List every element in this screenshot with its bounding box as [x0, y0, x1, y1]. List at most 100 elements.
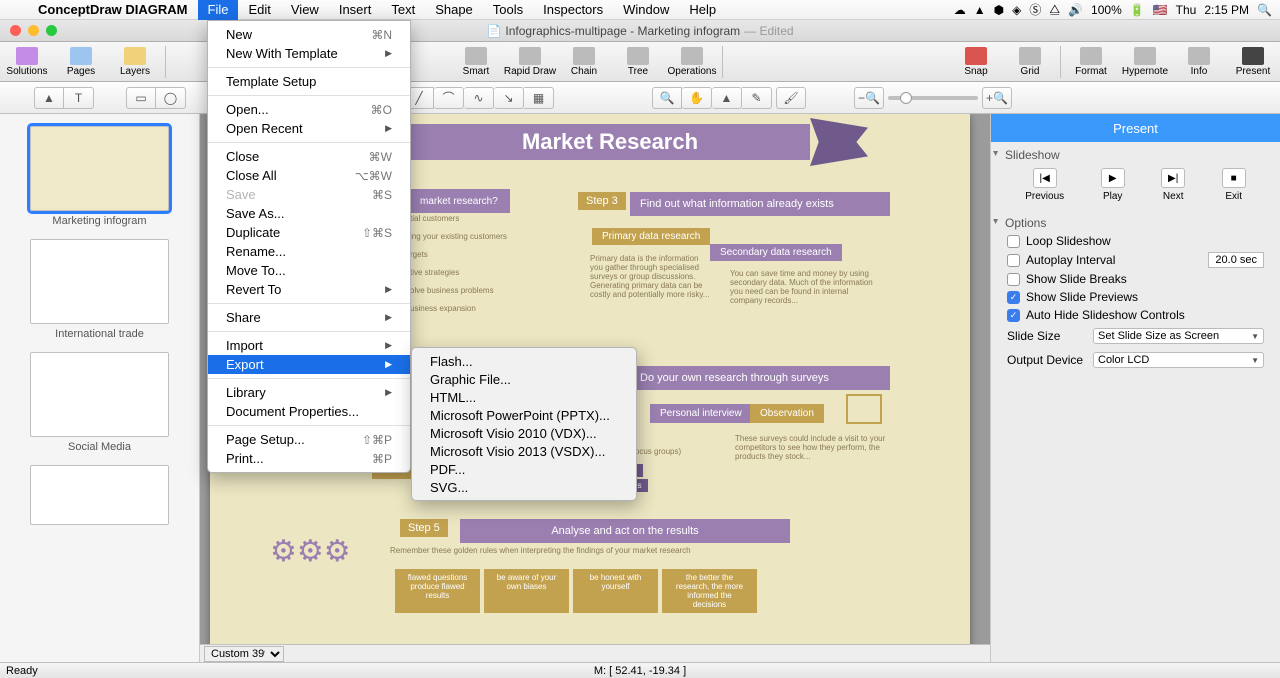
loop-checkbox[interactable]: [1007, 235, 1020, 248]
volume-icon[interactable]: 🔊: [1068, 3, 1083, 17]
step-tag[interactable]: Step 3: [578, 192, 626, 210]
menu-file[interactable]: File: [198, 0, 239, 20]
file-menu-item[interactable]: Open Recent: [208, 119, 410, 138]
zoom-select[interactable]: Custom 39%: [204, 646, 284, 662]
hypernote-button[interactable]: Hypernote: [1118, 43, 1172, 81]
close-window-button[interactable]: [10, 25, 21, 36]
shield-icon[interactable]: ⬢: [994, 3, 1004, 17]
tag-shape[interactable]: Secondary data research: [710, 244, 842, 261]
file-menu-item[interactable]: Open...⌘O: [208, 100, 410, 119]
step-tag[interactable]: Step 5: [400, 519, 448, 537]
battery-icon[interactable]: 🔋: [1130, 3, 1145, 17]
page-thumbnail[interactable]: [30, 126, 169, 211]
autoplay-interval-field[interactable]: 20.0 sec: [1208, 252, 1264, 268]
info-button[interactable]: Info: [1172, 43, 1226, 81]
menu-help[interactable]: Help: [679, 0, 726, 20]
arc-tool[interactable]: ⌒: [434, 87, 464, 109]
vlc-icon[interactable]: ▲: [974, 3, 986, 17]
output-device-select[interactable]: Color LCD▼: [1093, 352, 1264, 368]
export-menu-item[interactable]: Microsoft Visio 2013 (VSDX)...: [412, 442, 636, 460]
file-menu-item[interactable]: Close All⌥⌘W: [208, 166, 410, 185]
zoom-in-button[interactable]: +🔍: [982, 87, 1012, 109]
menu-insert[interactable]: Insert: [329, 0, 382, 20]
slide-breaks-checkbox[interactable]: [1007, 273, 1020, 286]
grid-button[interactable]: Grid: [1003, 43, 1057, 81]
export-menu-item[interactable]: PDF...: [412, 460, 636, 478]
menu-tools[interactable]: Tools: [483, 0, 533, 20]
file-menu-item[interactable]: Document Properties...: [208, 402, 410, 421]
layers-button[interactable]: Layers: [108, 43, 162, 81]
file-menu-item[interactable]: Save As...: [208, 204, 410, 223]
export-menu-item[interactable]: HTML...: [412, 388, 636, 406]
page-thumbnail[interactable]: [30, 239, 169, 324]
export-menu-item[interactable]: SVG...: [412, 478, 636, 496]
brush-tool[interactable]: 🖌: [776, 87, 806, 109]
options-section[interactable]: Options: [991, 210, 1280, 232]
flag-icon[interactable]: 🇺🇸: [1153, 3, 1168, 17]
clip-tool[interactable]: ▦: [524, 87, 554, 109]
slide-previews-checkbox[interactable]: ✓: [1007, 291, 1020, 304]
wifi-icon[interactable]: ⧋: [1049, 2, 1060, 17]
arrow-shape[interactable]: Find out what information already exists: [630, 192, 890, 216]
autoplay-checkbox[interactable]: [1007, 254, 1020, 267]
dropbox-icon[interactable]: ◈: [1012, 3, 1021, 17]
ellipse-tool[interactable]: ◯: [156, 87, 186, 109]
page-thumbnail[interactable]: [30, 465, 169, 525]
slide-size-select[interactable]: Set Slide Size as Screen▼: [1093, 328, 1264, 344]
menu-window[interactable]: Window: [613, 0, 679, 20]
skype-icon[interactable]: Ⓢ: [1029, 1, 1041, 18]
smart-button[interactable]: Smart: [449, 43, 503, 81]
chain-button[interactable]: Chain: [557, 43, 611, 81]
format-button[interactable]: Format: [1064, 43, 1118, 81]
rule-shape[interactable]: the better the research, the more inform…: [662, 569, 757, 613]
present-button[interactable]: Present: [1226, 43, 1280, 81]
clock-day[interactable]: Thu: [1176, 3, 1197, 17]
clock-time[interactable]: 2:15 PM: [1204, 3, 1249, 17]
rule-shape[interactable]: flawed questions produce flawed results: [395, 569, 480, 613]
tree-button[interactable]: Tree: [611, 43, 665, 81]
rect-tool[interactable]: ▭: [126, 87, 156, 109]
pages-button[interactable]: Pages: [54, 43, 108, 81]
file-menu-item[interactable]: Print...⌘P: [208, 449, 410, 468]
export-menu-item[interactable]: Microsoft Visio 2010 (VDX)...: [412, 424, 636, 442]
exit-button[interactable]: ■Exit: [1222, 168, 1246, 202]
text-tool[interactable]: T: [64, 87, 94, 109]
menu-shape[interactable]: Shape: [425, 0, 483, 20]
app-name[interactable]: ConceptDraw DIAGRAM: [28, 2, 198, 17]
zoom-out-button[interactable]: −🔍: [854, 87, 884, 109]
file-menu-item[interactable]: Library: [208, 383, 410, 402]
text-shape[interactable]: market research?: [410, 189, 510, 213]
rapid-draw-button[interactable]: Rapid Draw: [503, 43, 557, 81]
zoom-window-button[interactable]: [46, 25, 57, 36]
operations-button[interactable]: Operations: [665, 43, 719, 81]
zoom-tool[interactable]: 🔍: [652, 87, 682, 109]
menu-edit[interactable]: Edit: [238, 0, 280, 20]
eyedropper-tool[interactable]: ✎: [742, 87, 772, 109]
file-menu-item[interactable]: Duplicate⇧⌘S: [208, 223, 410, 242]
file-menu-item[interactable]: Save⌘S: [208, 185, 410, 204]
arrow-shape[interactable]: Analyse and act on the results: [460, 519, 790, 543]
pointer-tool[interactable]: ▲: [34, 87, 64, 109]
page-thumbnail[interactable]: [30, 352, 169, 437]
file-menu-item[interactable]: Move To...: [208, 261, 410, 280]
previous-button[interactable]: |◀Previous: [1025, 168, 1064, 202]
file-menu-item[interactable]: Import: [208, 336, 410, 355]
next-button[interactable]: ▶|Next: [1161, 168, 1185, 202]
auto-hide-checkbox[interactable]: ✓: [1007, 309, 1020, 322]
arrow-shape[interactable]: Do your own research through surveys: [630, 366, 890, 390]
play-button[interactable]: ▶Play: [1101, 168, 1125, 202]
file-menu-item[interactable]: Share: [208, 308, 410, 327]
tag-shape[interactable]: Observation: [750, 404, 824, 423]
rule-shape[interactable]: be honest with yourself: [573, 569, 658, 613]
spotlight-icon[interactable]: 🔍: [1257, 3, 1272, 17]
file-menu-item[interactable]: Close⌘W: [208, 147, 410, 166]
file-menu-item[interactable]: Revert To: [208, 280, 410, 299]
menu-text[interactable]: Text: [381, 0, 425, 20]
file-menu-item[interactable]: New With Template: [208, 44, 410, 63]
file-menu-item[interactable]: New⌘N: [208, 25, 410, 44]
menu-inspectors[interactable]: Inspectors: [533, 0, 613, 20]
minimize-window-button[interactable]: [28, 25, 39, 36]
file-menu-item[interactable]: Template Setup: [208, 72, 410, 91]
menu-view[interactable]: View: [281, 0, 329, 20]
connector-tool[interactable]: ↘: [494, 87, 524, 109]
